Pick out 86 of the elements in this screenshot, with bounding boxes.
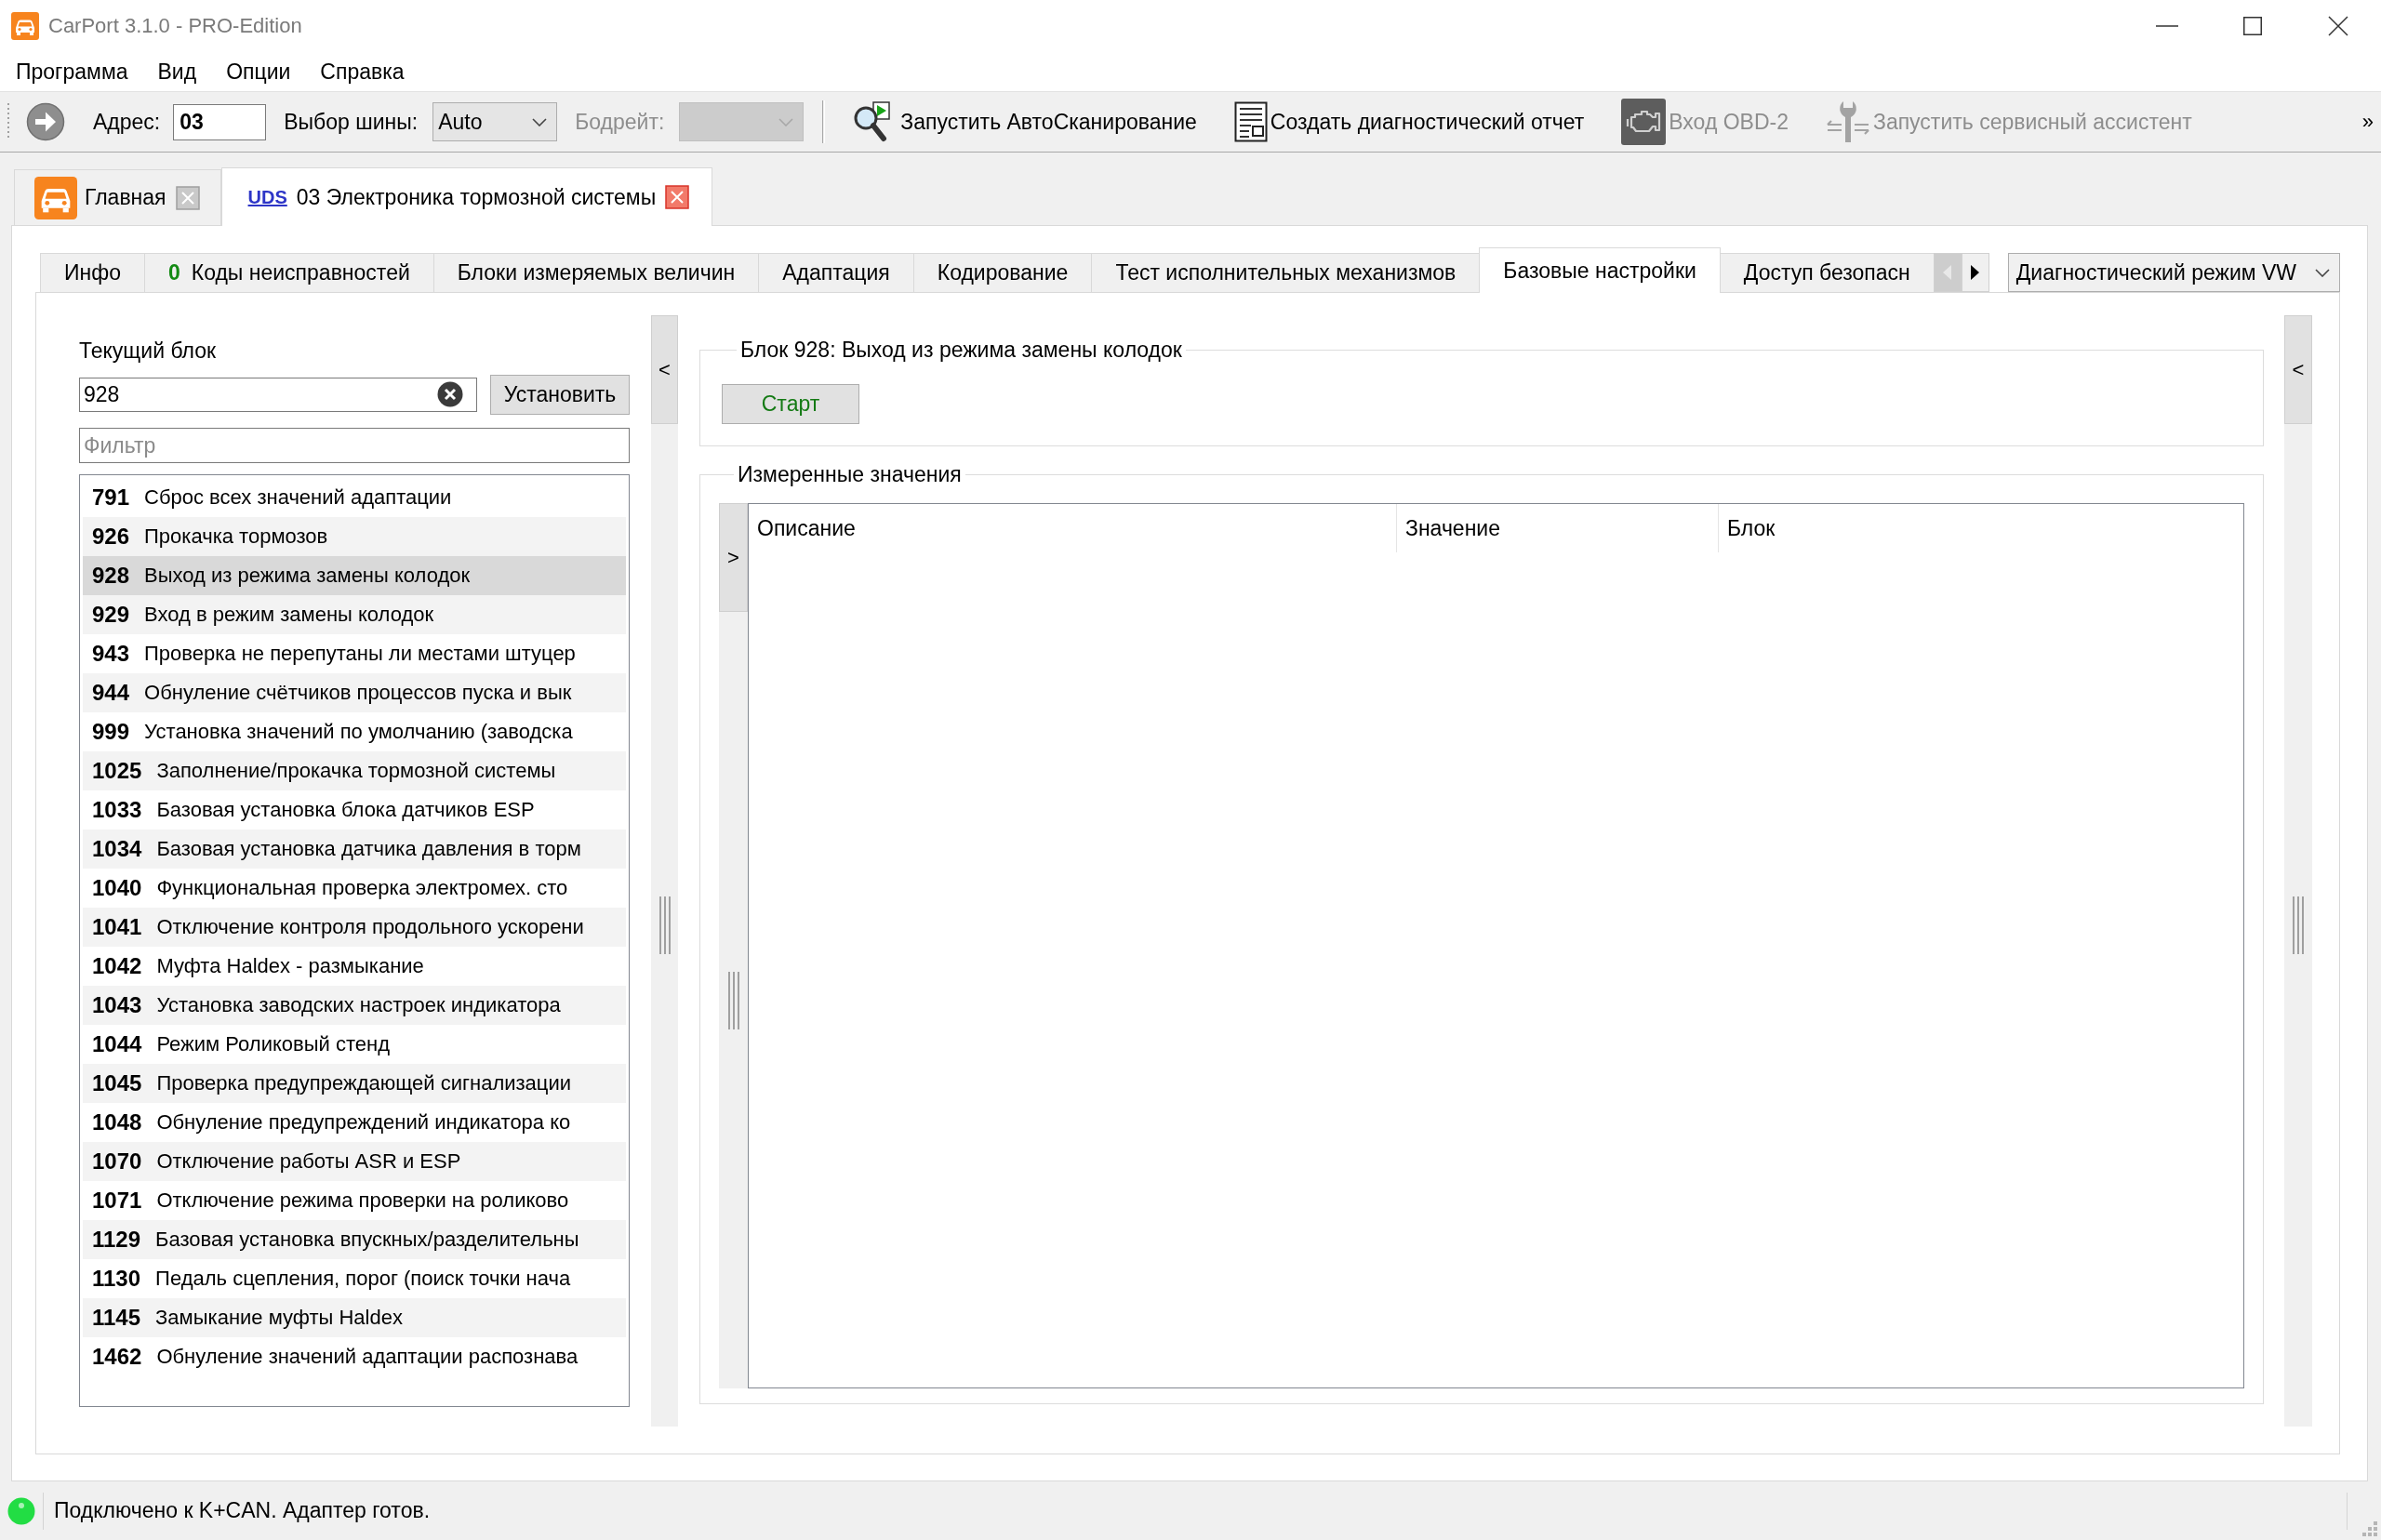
engine-icon: [1621, 99, 1667, 145]
list-item[interactable]: 1041 Отключение контроля продольного ускорени: [83, 908, 626, 947]
list-item[interactable]: 943 Проверка не перепутаны ли местами штуцер: [83, 634, 626, 673]
grip-icon[interactable]: [726, 971, 740, 1029]
menu-item[interactable]: Вид: [142, 52, 212, 91]
column-header[interactable]: Блок: [1719, 504, 2243, 552]
splitter-bar[interactable]: >: [719, 503, 748, 1388]
column-header[interactable]: Описание: [749, 504, 1397, 552]
list-item[interactable]: 1130 Педаль сцепления, порог (поиск точки нача: [83, 1259, 626, 1298]
car-icon: [11, 12, 39, 40]
minimize-icon: [2156, 25, 2178, 27]
bus-dropdown[interactable]: Auto: [432, 102, 558, 141]
group-title: Измеренные значения: [737, 461, 963, 487]
list-item[interactable]: 1033 Базовая установка блока датчиков ESP: [83, 790, 626, 830]
set-button[interactable]: Установить: [490, 375, 630, 415]
car-icon: [34, 176, 77, 219]
column-header[interactable]: Значение: [1397, 504, 1719, 552]
caret-icon: [778, 117, 794, 126]
current-block-label: Текущий блок: [79, 338, 218, 365]
function-tab[interactable]: Базовые настройки: [1479, 247, 1721, 293]
toolbar-button[interactable]: Создать диагностический отчет: [1233, 97, 1585, 147]
triangle-right-icon: [1971, 265, 1980, 280]
list-item[interactable]: 1044 Режим Роликовый стенд: [83, 1025, 626, 1064]
function-tab[interactable]: Блоки измеряемых величин: [432, 253, 760, 292]
list-item[interactable]: 1025 Заполнение/прокачка тормозной системы: [83, 751, 626, 790]
list-item[interactable]: 1462 Обнуление значений адаптации распознава: [83, 1337, 626, 1376]
function-tab[interactable]: Доступ безопасн: [1719, 253, 1935, 292]
collapse-button[interactable]: <: [651, 315, 678, 424]
address-field[interactable]: 03: [173, 103, 267, 140]
grip-icon[interactable]: [658, 896, 672, 954]
list-item[interactable]: 1034 Базовая установка датчика давления в торм: [83, 830, 626, 869]
splitter-bar[interactable]: <: [2284, 315, 2312, 1427]
document-tab[interactable]: UDS 03 Электроника тормозной системы: [220, 167, 713, 226]
list-item[interactable]: 944 Обнуление счётчиков процессов пуска и вык: [83, 673, 626, 712]
toolbar-button[interactable]: Запустить АвтоСканирование: [853, 97, 1197, 147]
address-label: Адрес:: [93, 109, 161, 135]
close-icon[interactable]: [665, 185, 690, 209]
menu-item[interactable]: Опции: [211, 52, 306, 91]
list-item[interactable]: 1071 Отключение режима проверки на роликово: [83, 1181, 626, 1220]
list-item[interactable]: 1129 Базовая установка впускных/разделительны: [83, 1220, 626, 1259]
baudrate-label: Бодрейт:: [575, 109, 665, 135]
list-item[interactable]: 929 Вход в режим замены колодок: [83, 595, 626, 634]
function-tab[interactable]: 0 Коды неисправностей: [143, 253, 434, 292]
list-item[interactable]: 1040 Функциональная проверка электромех. сто: [83, 869, 626, 908]
block-number-field[interactable]: 928: [79, 378, 477, 412]
list-item[interactable]: 1043 Установка заводских настроек индикатора: [83, 986, 626, 1025]
grip-icon[interactable]: [2292, 896, 2305, 954]
list-item[interactable]: 1048 Обнуление предупреждений индикатора ко: [83, 1103, 626, 1142]
document-icon: [1233, 101, 1268, 142]
splitter-bar[interactable]: <: [651, 315, 678, 1427]
caret-icon: [2315, 268, 2330, 277]
caret-icon: [532, 117, 548, 126]
expand-button[interactable]: >: [719, 503, 748, 612]
overflow-button[interactable]: »: [2361, 110, 2374, 134]
clear-icon[interactable]: [437, 381, 463, 407]
filter-field[interactable]: Фильтр: [79, 428, 630, 463]
status-text: Подключено к K+CAN. Адаптер готов.: [54, 1498, 432, 1523]
group-title: Блок 928: Выход из режима замены колодок: [739, 337, 1183, 363]
document-tab[interactable]: Главная: [14, 169, 221, 225]
resize-grip-icon[interactable]: [2362, 1521, 2377, 1536]
function-tab[interactable]: Тест исполнительных механизмов: [1091, 253, 1481, 292]
list-item[interactable]: 1145 Замыкание муфты Haldex: [83, 1298, 626, 1337]
close-icon[interactable]: [175, 185, 200, 210]
close-icon: [2328, 16, 2348, 36]
collapse-button[interactable]: <: [2284, 315, 2312, 424]
function-tab[interactable]: Адаптация: [758, 253, 914, 292]
list-item[interactable]: 1070 Отключение работы ASR и ESP: [83, 1142, 626, 1181]
list-item[interactable]: 928 Выход из режима замены колодок: [83, 556, 626, 595]
bus-label: Выбор шины:: [284, 109, 419, 135]
list-item[interactable]: 999 Установка значений по умолчанию (заводска: [83, 712, 626, 751]
maximize-icon: [2243, 17, 2262, 35]
mode-dropdown[interactable]: Диагностический режим VW: [2007, 253, 2340, 292]
function-tab[interactable]: Кодирование: [912, 253, 1093, 292]
list-item[interactable]: 1042 Муфта Haldex - размыкание: [83, 947, 626, 986]
start-button[interactable]: Старт: [722, 384, 859, 424]
tab-scroll-button[interactable]: [1961, 253, 1989, 292]
list-item[interactable]: 926 Прокачка тормозов: [83, 517, 626, 556]
wrench-icon: [1826, 100, 1870, 144]
function-tab[interactable]: Инфо: [40, 253, 145, 292]
window-title: CarPort 3.1.0 - PRO-Edition: [48, 14, 302, 38]
triangle-left-icon: [1943, 265, 1952, 280]
list-item[interactable]: 791 Сброс всех значений адаптации: [83, 478, 626, 517]
menu-item[interactable]: Справка: [305, 52, 419, 91]
list-item[interactable]: 1045 Проверка предупреждающей сигнализации: [83, 1064, 626, 1103]
arrow-right-icon[interactable]: [26, 102, 65, 141]
menu-item[interactable]: Программа: [1, 52, 143, 91]
